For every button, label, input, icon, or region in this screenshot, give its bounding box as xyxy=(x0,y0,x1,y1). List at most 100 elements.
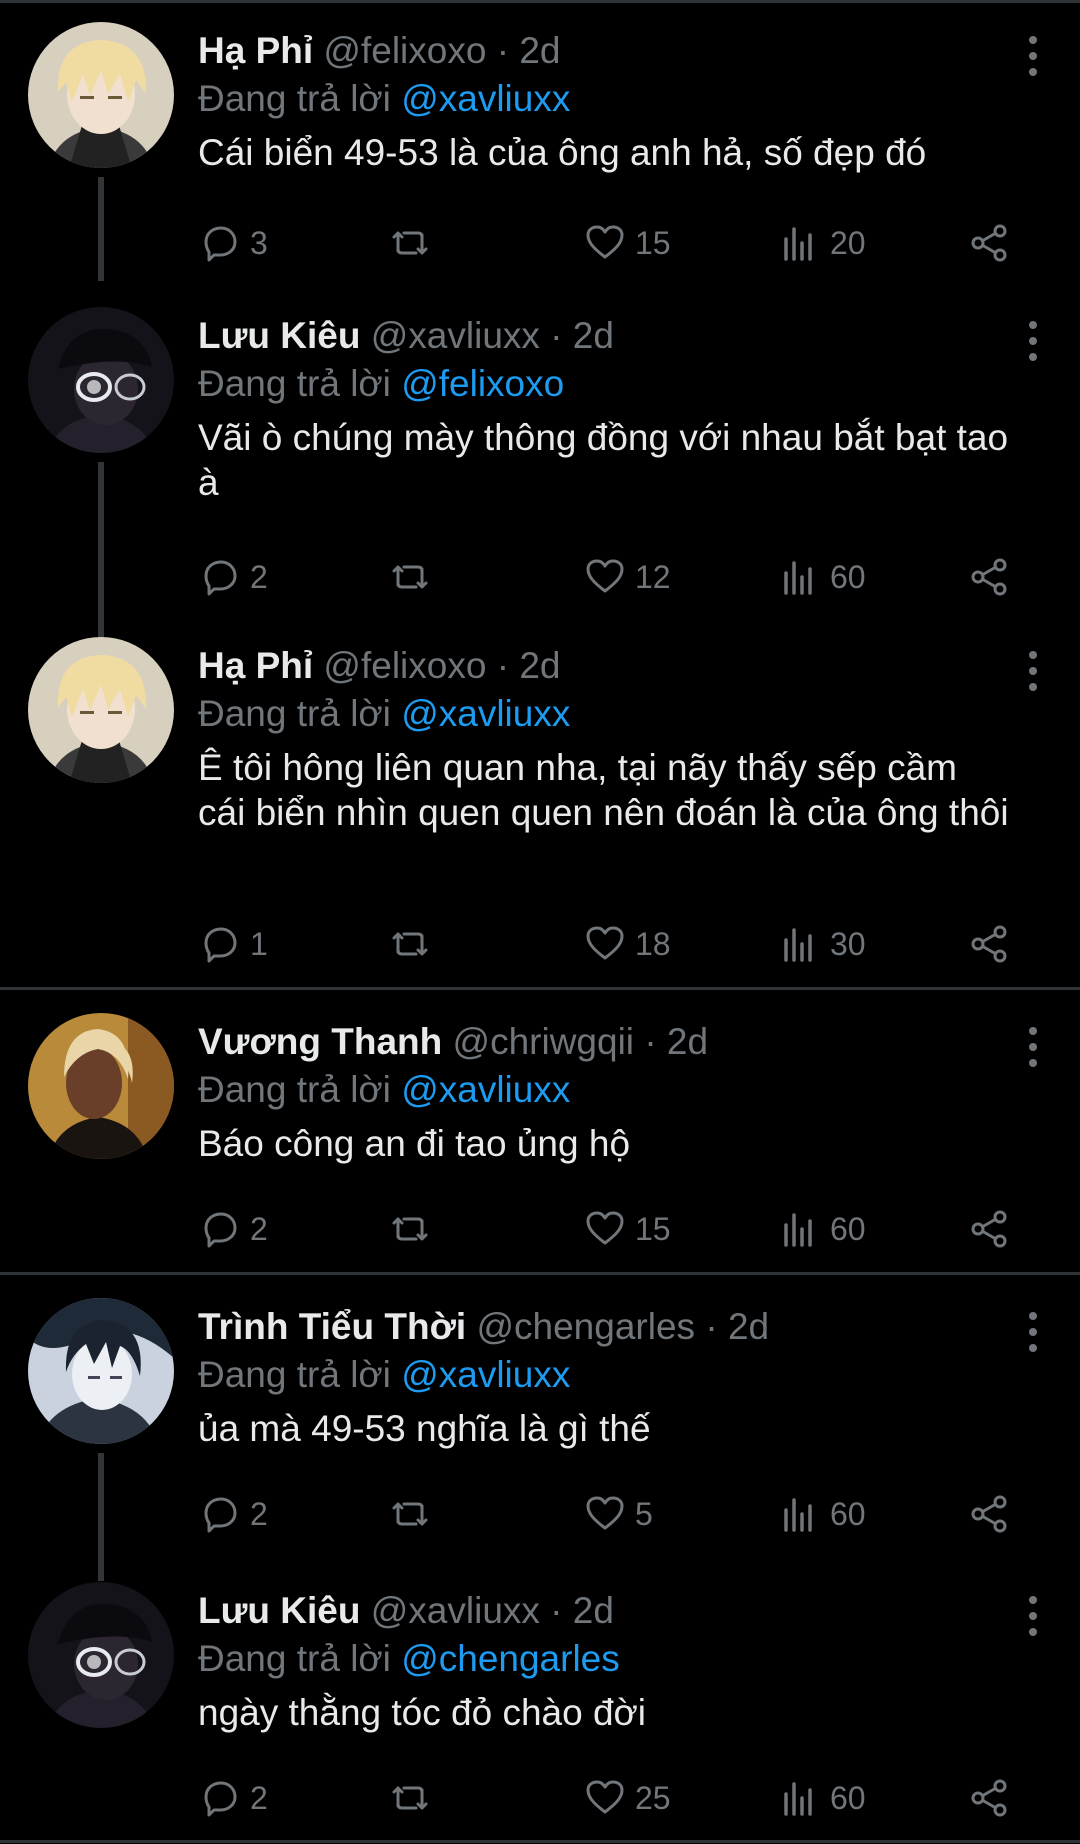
like-button[interactable]: 25 xyxy=(583,1773,671,1823)
reply-button[interactable]: 2 xyxy=(198,1489,268,1539)
tweet-text: Ê tôi hông liên quan nha, tại nãy thấy s… xyxy=(198,747,1009,833)
separator-dot: · xyxy=(496,645,510,686)
tweet-actions: 2 15 60 xyxy=(198,1204,1018,1254)
replying-to: Đang trả lời @xavliuxx xyxy=(198,691,1010,737)
display-name[interactable]: Lưu Kiêu xyxy=(198,1590,360,1631)
tweet-actions: 2 25 60 xyxy=(198,1773,1018,1823)
more-icon[interactable] xyxy=(1026,1596,1040,1642)
share-button[interactable] xyxy=(968,218,1012,268)
views-button[interactable]: 60 xyxy=(778,1204,866,1254)
more-icon[interactable] xyxy=(1026,321,1040,367)
display-name[interactable]: Trình Tiểu Thời xyxy=(198,1306,466,1347)
reply-button[interactable]: 2 xyxy=(198,1773,268,1823)
more-icon[interactable] xyxy=(1026,1027,1040,1073)
more-icon[interactable] xyxy=(1026,1312,1040,1358)
user-handle[interactable]: @felixoxo xyxy=(323,30,486,71)
retweet-icon xyxy=(392,1502,428,1526)
user-handle[interactable]: @felixoxo xyxy=(323,645,486,686)
display-name[interactable]: Vương Thanh xyxy=(198,1021,442,1062)
more-icon[interactable] xyxy=(1026,651,1040,697)
reply-button[interactable]: 3 xyxy=(198,218,268,268)
retweet-button[interactable] xyxy=(388,1204,440,1254)
like-count: 5 xyxy=(635,1495,653,1532)
replying-label: Đang trả lời xyxy=(198,693,391,734)
reply-mention[interactable]: @xavliuxx xyxy=(401,693,570,734)
avatar[interactable] xyxy=(28,22,174,168)
avatar[interactable] xyxy=(28,637,174,783)
timestamp[interactable]: 2d xyxy=(573,315,614,356)
share-button[interactable] xyxy=(968,552,1012,602)
more-icon[interactable] xyxy=(1026,36,1040,82)
views-icon xyxy=(784,227,812,261)
reply-icon xyxy=(204,226,237,262)
avatar[interactable] xyxy=(28,1582,174,1728)
reply-mention[interactable]: @xavliuxx xyxy=(401,1069,570,1110)
reply-mention[interactable]: @xavliuxx xyxy=(401,1354,570,1395)
share-icon xyxy=(971,1779,1007,1817)
reply-mention[interactable]: @chengarles xyxy=(401,1638,620,1679)
reply-button[interactable]: 2 xyxy=(198,552,268,602)
reply-button[interactable]: 2 xyxy=(198,1204,268,1254)
display-name[interactable]: Hạ Phỉ xyxy=(198,645,313,686)
reply-count: 2 xyxy=(250,1495,268,1532)
share-button[interactable] xyxy=(968,919,1012,969)
heart-icon xyxy=(586,559,624,593)
timestamp[interactable]: 2d xyxy=(667,1021,708,1062)
like-count: 25 xyxy=(635,1779,671,1816)
reply-mention[interactable]: @xavliuxx xyxy=(401,78,570,119)
share-button[interactable] xyxy=(968,1773,1012,1823)
views-count: 20 xyxy=(830,224,866,261)
user-handle[interactable]: @xavliuxx xyxy=(371,1590,540,1631)
tweet-text: Vãi ò chúng mày thông đồng với nhau bắt … xyxy=(198,417,1009,503)
heart-icon xyxy=(586,225,624,259)
views-button[interactable]: 60 xyxy=(778,1773,866,1823)
user-handle[interactable]: @chengarles xyxy=(476,1306,695,1347)
views-button[interactable]: 20 xyxy=(778,218,866,268)
views-button[interactable]: 30 xyxy=(778,919,866,969)
like-button[interactable]: 15 xyxy=(583,218,671,268)
replying-label: Đang trả lời xyxy=(198,363,391,404)
like-button[interactable]: 5 xyxy=(583,1489,653,1539)
user-handle[interactable]: @xavliuxx xyxy=(371,315,540,356)
avatar[interactable] xyxy=(28,307,174,453)
timestamp[interactable]: 2d xyxy=(519,645,560,686)
share-icon xyxy=(971,224,1007,262)
tweet-text: ngày thằng tóc đỏ chào đời xyxy=(198,1692,647,1733)
reply-button[interactable]: 1 xyxy=(198,919,268,969)
like-button[interactable]: 12 xyxy=(583,552,671,602)
like-button[interactable]: 18 xyxy=(583,919,671,969)
like-count: 15 xyxy=(635,224,671,261)
retweet-button[interactable] xyxy=(388,218,440,268)
thread-line xyxy=(98,462,104,645)
share-button[interactable] xyxy=(968,1204,1012,1254)
reply-icon xyxy=(204,1497,237,1533)
views-button[interactable]: 60 xyxy=(778,552,866,602)
views-button[interactable]: 60 xyxy=(778,1489,866,1539)
timestamp[interactable]: 2d xyxy=(519,30,560,71)
like-button[interactable]: 15 xyxy=(583,1204,671,1254)
reply-icon xyxy=(204,1212,237,1248)
replying-label: Đang trả lời xyxy=(198,1354,391,1395)
retweet-button[interactable] xyxy=(388,1773,440,1823)
user-handle[interactable]: @chriwgqii xyxy=(453,1021,635,1062)
blond-anime-avatar xyxy=(28,637,174,783)
separator-dot: · xyxy=(496,30,510,71)
avatar[interactable] xyxy=(28,1298,174,1444)
tweet-header: Trình Tiểu Thời @chengarles · 2d xyxy=(198,1304,1010,1350)
retweet-button[interactable] xyxy=(388,1489,440,1539)
timestamp[interactable]: 2d xyxy=(728,1306,769,1347)
views-count: 60 xyxy=(830,1779,866,1816)
reply-mention[interactable]: @felixoxo xyxy=(401,363,564,404)
retweet-button[interactable] xyxy=(388,919,440,969)
views-count: 60 xyxy=(830,1210,866,1247)
timestamp[interactable]: 2d xyxy=(573,1590,614,1631)
display-name[interactable]: Hạ Phỉ xyxy=(198,30,313,71)
share-button[interactable] xyxy=(968,1489,1012,1539)
retweet-icon xyxy=(392,1217,428,1241)
thread-line xyxy=(98,177,104,281)
avatar[interactable] xyxy=(28,1013,174,1159)
retweet-button[interactable] xyxy=(388,552,440,602)
display-name[interactable]: Lưu Kiêu xyxy=(198,315,360,356)
views-count: 60 xyxy=(830,558,866,595)
retweet-icon xyxy=(392,1786,428,1810)
